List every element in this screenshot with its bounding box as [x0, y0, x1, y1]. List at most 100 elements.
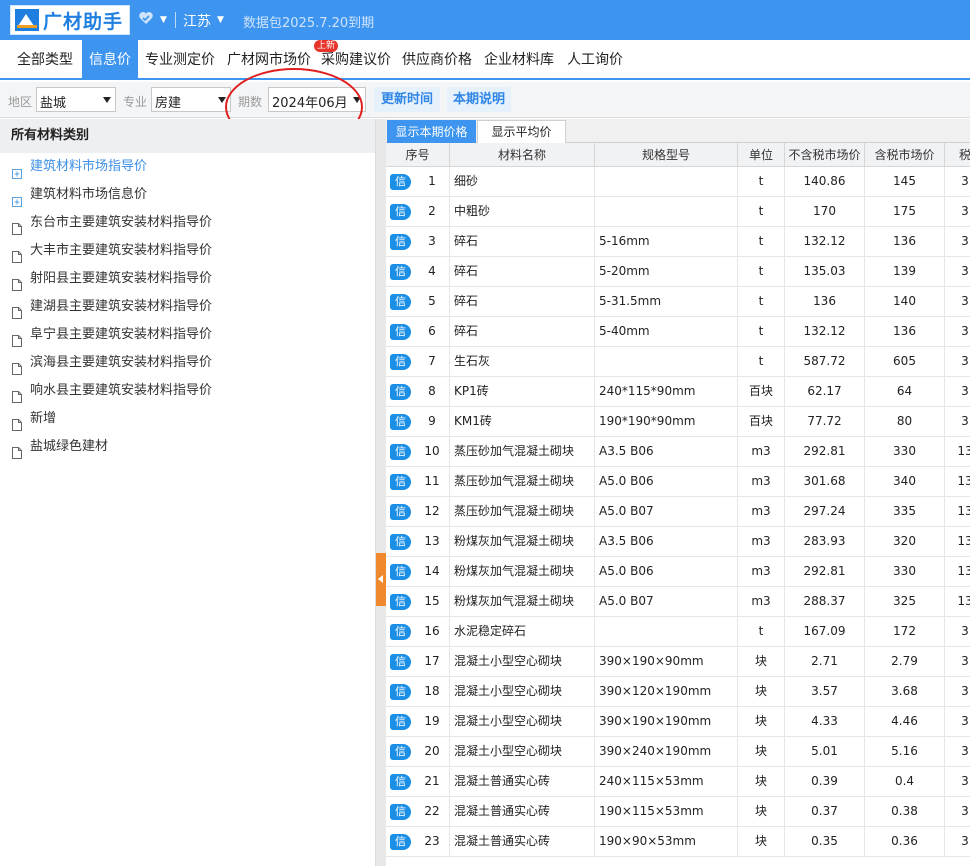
row-number: 3: [428, 234, 436, 248]
table-row[interactable]: 信 6 碎石 5-40mm t 132.12 136 3: [386, 317, 970, 347]
table-row[interactable]: 信 16 水泥稳定碎石 t 167.09 172 3: [386, 617, 970, 647]
info-price-tag[interactable]: 信: [390, 324, 411, 340]
cell-unit: 百块: [738, 377, 785, 407]
cell-price-incl-tax: 3.68: [865, 677, 945, 707]
table-row[interactable]: 信 3 碎石 5-16mm t 132.12 136 3: [386, 227, 970, 257]
info-price-tag[interactable]: 信: [390, 624, 411, 640]
info-price-tag[interactable]: 信: [390, 264, 411, 280]
table-row[interactable]: 信 18 混凝土小型空心砌块 390×120×190mm 块 3.57 3.68 3: [386, 677, 970, 707]
table-row[interactable]: 信 4 碎石 5-20mm t 135.03 139 3: [386, 257, 970, 287]
table-row[interactable]: 信 23 混凝土普通实心砖 190×90×53mm 块 0.35 0.36 3: [386, 827, 970, 857]
table-row[interactable]: 信 8 KP1砖 240*115*90mm 百块 62.17 64 3: [386, 377, 970, 407]
info-price-tag[interactable]: 信: [390, 474, 411, 490]
info-price-tag[interactable]: 信: [390, 774, 411, 790]
info-price-tag[interactable]: 信: [390, 534, 411, 550]
favorite-dropdown-icon[interactable]: ▼: [160, 15, 167, 25]
tab-current-price[interactable]: 显示本期价格: [387, 120, 476, 143]
cell-tax-rate: 13: [945, 527, 970, 557]
table-row[interactable]: 信 9 KM1砖 190*190*90mm 百块 77.72 80 3: [386, 407, 970, 437]
info-price-tag[interactable]: 信: [390, 714, 411, 730]
table-row[interactable]: 信 14 粉煤灰加气混凝土砌块A5.0 B06m3292.8133013: [386, 557, 970, 587]
info-price-tag[interactable]: 信: [390, 354, 411, 370]
table-row[interactable]: 信 1 细砂 t 140.86 145 3: [386, 167, 970, 197]
table-row[interactable]: 信 2 中粗砂 t 170 175 3: [386, 197, 970, 227]
column-header-price-excl-tax[interactable]: 不含税市场价: [785, 143, 865, 167]
collapse-sidebar-handle[interactable]: [376, 553, 386, 606]
info-price-tag[interactable]: 信: [390, 684, 411, 700]
table-row[interactable]: 信 19 混凝土小型空心砌块 390×190×190mm 块 4.33 4.46 3: [386, 707, 970, 737]
info-price-tag[interactable]: 信: [390, 444, 411, 460]
update-time-button[interactable]: 更新时间: [374, 87, 440, 112]
info-price-tag[interactable]: 信: [390, 294, 411, 310]
table-row[interactable]: 信 7 生石灰 t 587.72 605 3: [386, 347, 970, 377]
cell-material-name: 生石灰: [450, 347, 595, 377]
info-price-tag[interactable]: 信: [390, 174, 411, 190]
cell-material-name: 碎石: [450, 287, 595, 317]
info-price-tag[interactable]: 信: [390, 564, 411, 580]
sidebar-item[interactable]: 盐城绿色建材: [0, 433, 376, 461]
cell-tax-rate: 3: [945, 737, 970, 767]
sidebar-item[interactable]: 建筑材料市场信息价: [0, 181, 376, 209]
nav-info-price[interactable]: 信息价: [82, 40, 138, 80]
info-price-tag[interactable]: 信: [390, 834, 411, 850]
column-header-material-name[interactable]: 材料名称: [450, 143, 595, 167]
cell-seq: 信 19: [386, 707, 450, 737]
sidebar-item[interactable]: 新增: [0, 405, 376, 433]
expand-icon[interactable]: [12, 190, 22, 207]
table-row[interactable]: 信 10 蒸压砂加气混凝土砌块A3.5 B06m3292.8133013: [386, 437, 970, 467]
info-price-tag[interactable]: 信: [390, 804, 411, 820]
info-price-tag[interactable]: 信: [390, 234, 411, 250]
info-price-tag[interactable]: 信: [390, 744, 411, 760]
column-header-seq[interactable]: 序号: [386, 143, 450, 167]
table-row[interactable]: 信 12 蒸压砂加气混凝土砌块A5.0 B07m3297.2433513: [386, 497, 970, 527]
info-price-tag[interactable]: 信: [390, 594, 411, 610]
info-price-tag[interactable]: 信: [390, 204, 411, 220]
sidebar-item[interactable]: 响水县主要建筑安装材料指导价: [0, 377, 376, 405]
column-header-spec[interactable]: 规格型号: [595, 143, 738, 167]
tab-average-price[interactable]: 显示平均价: [477, 120, 566, 143]
sidebar-item[interactable]: 滨海县主要建筑安装材料指导价: [0, 349, 376, 377]
table-row[interactable]: 信 21 混凝土普通实心砖 240×115×53mm 块 0.39 0.4 3: [386, 767, 970, 797]
profession-select[interactable]: 房建: [151, 87, 231, 112]
sidebar-item[interactable]: 建筑材料市场指导价: [0, 153, 376, 181]
sidebar-item[interactable]: 阜宁县主要建筑安装材料指导价: [0, 321, 376, 349]
favorite-icon[interactable]: [138, 10, 154, 26]
table-row[interactable]: 信 20 混凝土小型空心砌块 390×240×190mm 块 5.01 5.16 3: [386, 737, 970, 767]
splitter[interactable]: [376, 119, 386, 866]
nav-enterprise-library[interactable]: 企业材料库: [480, 40, 558, 80]
cell-seq: 信1: [386, 167, 450, 197]
nav-supplier-price[interactable]: 供应商价格: [398, 40, 476, 80]
cell-unit: 块: [738, 827, 785, 857]
area-select[interactable]: 盐城: [36, 87, 116, 112]
region-dropdown-icon[interactable]: ▼: [217, 15, 224, 25]
table-row[interactable]: 信 22 混凝土普通实心砖 190×115×53mm 块 0.37 0.38 3: [386, 797, 970, 827]
nav-professional-price[interactable]: 专业测定价: [140, 40, 220, 80]
nav-all-types[interactable]: 全部类型: [9, 40, 81, 80]
sidebar-item[interactable]: 建湖县主要建筑安装材料指导价: [0, 293, 376, 321]
table-row[interactable]: 信 17 混凝土小型空心砌块 390×190×90mm 块 2.71 2.79 3: [386, 647, 970, 677]
info-price-tag[interactable]: 信: [390, 504, 411, 520]
info-price-tag[interactable]: 信: [390, 384, 411, 400]
table-row[interactable]: 信 5 碎石 5-31.5mm t 136 140 3: [386, 287, 970, 317]
row-number: 22: [424, 804, 440, 818]
cell-price-incl-tax: 0.4: [865, 767, 945, 797]
expand-icon[interactable]: [12, 162, 22, 179]
nav-manual-inquiry[interactable]: 人工询价: [563, 40, 627, 80]
sidebar-item[interactable]: 东台市主要建筑安装材料指导价: [0, 209, 376, 237]
period-note-button[interactable]: 本期说明: [447, 87, 511, 112]
column-header-unit[interactable]: 单位: [738, 143, 785, 167]
cell-price-incl-tax: 0.36: [865, 827, 945, 857]
table-row[interactable]: 信 11 蒸压砂加气混凝土砌块A5.0 B06m3301.6834013: [386, 467, 970, 497]
sidebar-item[interactable]: 大丰市主要建筑安装材料指导价: [0, 237, 376, 265]
cell-unit: t: [738, 287, 785, 317]
column-header-price-incl-tax[interactable]: 含税市场价: [865, 143, 945, 167]
cell-material-name: 中粗砂: [450, 197, 595, 227]
sidebar-item[interactable]: 射阳县主要建筑安装材料指导价: [0, 265, 376, 293]
table-row[interactable]: 信13粉煤灰加气混凝土砌块A3.5 B06m3283.9332013: [386, 527, 970, 557]
column-header-tax-rate[interactable]: 税: [945, 143, 970, 167]
region-selector[interactable]: 江苏: [183, 11, 211, 31]
info-price-tag[interactable]: 信: [390, 414, 411, 430]
info-price-tag[interactable]: 信: [390, 654, 411, 670]
cell-unit: 百块: [738, 407, 785, 437]
table-row[interactable]: 信 15 粉煤灰加气混凝土砌块A5.0 B07m3288.3732513: [386, 587, 970, 617]
